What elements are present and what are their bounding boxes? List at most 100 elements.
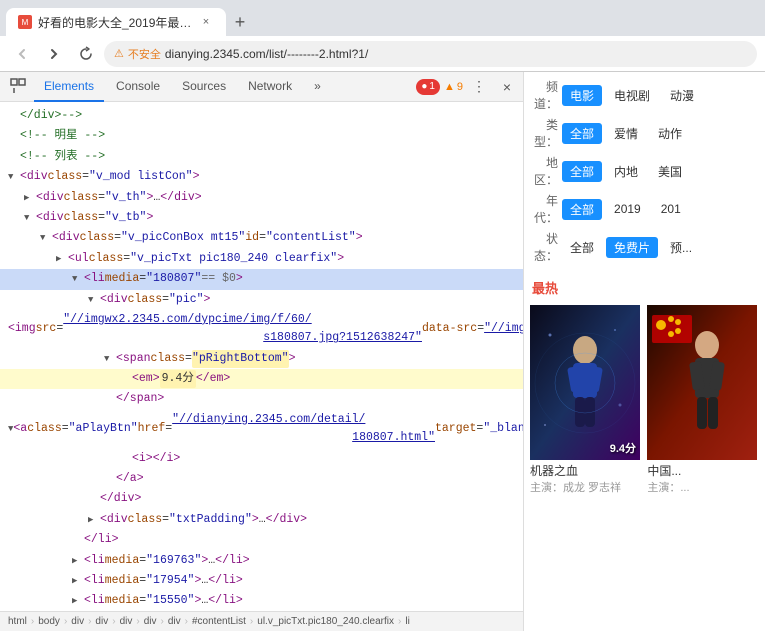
filter-inland[interactable]: 内地 bbox=[606, 161, 646, 182]
movie-title: 中国... bbox=[647, 462, 757, 479]
status-div5[interactable]: div bbox=[168, 616, 181, 627]
status-html[interactable]: html bbox=[8, 616, 27, 627]
status-div3[interactable]: div bbox=[120, 616, 133, 627]
dom-line-a[interactable]: <a class="aPlayBtn" href="//dianying.234… bbox=[0, 410, 523, 449]
triangle-icon[interactable] bbox=[104, 352, 116, 366]
back-button[interactable] bbox=[8, 40, 36, 68]
state-label: 状态： bbox=[528, 230, 558, 264]
filter-bar: 频道： 电影 电视剧 动漫 类型： 全部 爱情 动作 地区： 全部 内地 美国 bbox=[524, 72, 765, 274]
filter-state-all[interactable]: 全部 bbox=[562, 237, 602, 258]
dom-line[interactable]: <div class="v_tb"> bbox=[0, 208, 523, 228]
dom-line[interactable]: <!-- 明星 --> bbox=[0, 126, 523, 146]
security-text: 不安全 bbox=[128, 46, 161, 62]
filter-2019[interactable]: 2019 bbox=[606, 200, 649, 218]
filter-preview[interactable]: 预... bbox=[662, 237, 700, 258]
filter-dianying[interactable]: 电影 bbox=[562, 85, 602, 106]
tab-close-button[interactable]: × bbox=[198, 14, 214, 30]
status-div1[interactable]: div bbox=[71, 616, 84, 627]
filter-dongman[interactable]: 动漫 bbox=[662, 85, 702, 106]
dom-line[interactable]: </a> bbox=[0, 469, 523, 489]
dom-line[interactable]: <li media="169763">…</li> bbox=[0, 551, 523, 571]
movie-score: 9.4分 bbox=[610, 440, 636, 456]
dom-line[interactable]: <div class="v_mod listCon"> bbox=[0, 167, 523, 187]
triangle-icon[interactable] bbox=[56, 252, 68, 266]
dom-line[interactable]: </span> bbox=[0, 389, 523, 409]
movie-title: 机器之血 bbox=[530, 462, 640, 479]
status-li[interactable]: li bbox=[405, 616, 409, 627]
dom-line[interactable]: <div class="v_th">…</div> bbox=[0, 188, 523, 208]
filter-2018[interactable]: 201 bbox=[653, 200, 689, 218]
devtools-panel: Elements Console Sources Network » ● 1 ▲… bbox=[0, 72, 524, 631]
dom-line[interactable]: </div>--> bbox=[0, 106, 523, 126]
dom-line[interactable]: <div class="txtPadding">…</div> bbox=[0, 510, 523, 530]
filter-dianshiju[interactable]: 电视剧 bbox=[606, 85, 658, 106]
status-ul[interactable]: ul.v_picTxt.pic180_240.clearfix bbox=[257, 616, 394, 627]
filter-year-all[interactable]: 全部 bbox=[562, 199, 602, 220]
triangle-icon[interactable] bbox=[72, 554, 84, 568]
tab-console[interactable]: Console bbox=[106, 72, 170, 102]
security-icon: ⚠ bbox=[114, 47, 124, 60]
dom-line[interactable]: <i></i> bbox=[0, 449, 523, 469]
tab-sources[interactable]: Sources bbox=[172, 72, 236, 102]
dom-line-selected[interactable]: <li media="180807" == $0> bbox=[0, 269, 523, 289]
dom-line[interactable]: <!-- 列表 --> bbox=[0, 147, 523, 167]
year-label: 年代： bbox=[528, 192, 558, 226]
tab-favicon: M bbox=[18, 15, 32, 29]
movie-cast: 主演：... bbox=[647, 479, 757, 495]
triangle-icon[interactable] bbox=[88, 513, 100, 527]
triangle-icon[interactable] bbox=[40, 231, 52, 245]
devtools-close-button[interactable]: × bbox=[495, 75, 519, 99]
tab-more[interactable]: » bbox=[304, 72, 331, 102]
movie-thumbnail bbox=[647, 305, 757, 460]
dom-line[interactable]: <div class="pic"> bbox=[0, 290, 523, 310]
devtools-menu-button[interactable]: ⋮ bbox=[467, 75, 491, 99]
triangle-icon[interactable] bbox=[72, 574, 84, 588]
triangle-icon[interactable] bbox=[24, 211, 36, 225]
dom-line[interactable]: </li> bbox=[0, 530, 523, 550]
movie-card[interactable]: 9.4分 机器之血 主演：成龙 罗志祥 bbox=[530, 305, 640, 495]
tab-bar: M 好看的电影大全_2019年最新电影... × + bbox=[0, 0, 765, 36]
tab-title: 好看的电影大全_2019年最新电影... bbox=[38, 14, 192, 31]
status-div4[interactable]: div bbox=[144, 616, 157, 627]
dom-line[interactable]: <li media="15550">…</li> bbox=[0, 591, 523, 611]
inspector-icon[interactable] bbox=[4, 72, 32, 102]
triangle-icon[interactable] bbox=[72, 272, 84, 286]
new-tab-button[interactable]: + bbox=[226, 8, 254, 36]
status-body[interactable]: body bbox=[38, 616, 60, 627]
status-bar: html › body › div › div › div › div › di… bbox=[0, 611, 523, 631]
triangle-icon[interactable] bbox=[24, 191, 36, 205]
triangle-icon[interactable] bbox=[72, 594, 84, 608]
status-content-list[interactable]: #contentList bbox=[192, 616, 246, 627]
tab-network[interactable]: Network bbox=[238, 72, 302, 102]
dom-line[interactable]: <ul class="v_picTxt pic180_240 clearfix"… bbox=[0, 249, 523, 269]
dom-line-img[interactable]: <img src="//imgwx2.2345.com/dypcime/img/… bbox=[0, 310, 523, 349]
devtools-toolbar: Elements Console Sources Network » ● 1 ▲… bbox=[0, 72, 523, 102]
hot-section-header: 最热 bbox=[524, 274, 765, 299]
dom-line[interactable]: <div class="v_picConBox mt15" id="conten… bbox=[0, 228, 523, 248]
dom-line[interactable]: <span class="pRightBottom"> bbox=[0, 349, 523, 369]
pRightBottom-class: "pRightBottom" bbox=[192, 350, 289, 368]
channel-filter-row: 频道： 电影 电视剧 动漫 bbox=[528, 78, 761, 112]
url-bar[interactable]: dianying.2345.com/list/--------2.html?1/ bbox=[165, 47, 747, 61]
dom-tree[interactable]: </div>--> <!-- 明星 --> <!-- 列表 --> <div c… bbox=[0, 102, 523, 611]
filter-type-all[interactable]: 全部 bbox=[562, 123, 602, 144]
refresh-button[interactable] bbox=[72, 40, 100, 68]
active-tab[interactable]: M 好看的电影大全_2019年最新电影... × bbox=[6, 8, 226, 36]
dom-line[interactable]: </div> bbox=[0, 489, 523, 509]
filter-region-all[interactable]: 全部 bbox=[562, 161, 602, 182]
state-filter-row: 状态： 全部 免费片 预... bbox=[528, 230, 761, 264]
triangle-icon[interactable] bbox=[88, 293, 100, 307]
dom-line-highlighted[interactable]: <em>9.4分</em> bbox=[0, 369, 523, 389]
dom-line[interactable]: <li media="17954">…</li> bbox=[0, 571, 523, 591]
filter-romance[interactable]: 爱情 bbox=[606, 123, 646, 144]
movie-card[interactable]: 中国... 主演：... bbox=[647, 305, 757, 495]
main-container: Elements Console Sources Network » ● 1 ▲… bbox=[0, 72, 765, 631]
filter-free[interactable]: 免费片 bbox=[606, 237, 658, 258]
filter-action[interactable]: 动作 bbox=[650, 123, 690, 144]
triangle-icon[interactable] bbox=[8, 170, 20, 184]
status-div2[interactable]: div bbox=[95, 616, 108, 627]
filter-usa[interactable]: 美国 bbox=[650, 161, 690, 182]
forward-button[interactable] bbox=[40, 40, 68, 68]
tab-elements[interactable]: Elements bbox=[34, 72, 104, 102]
type-filter-row: 类型： 全部 爱情 动作 bbox=[528, 116, 761, 150]
